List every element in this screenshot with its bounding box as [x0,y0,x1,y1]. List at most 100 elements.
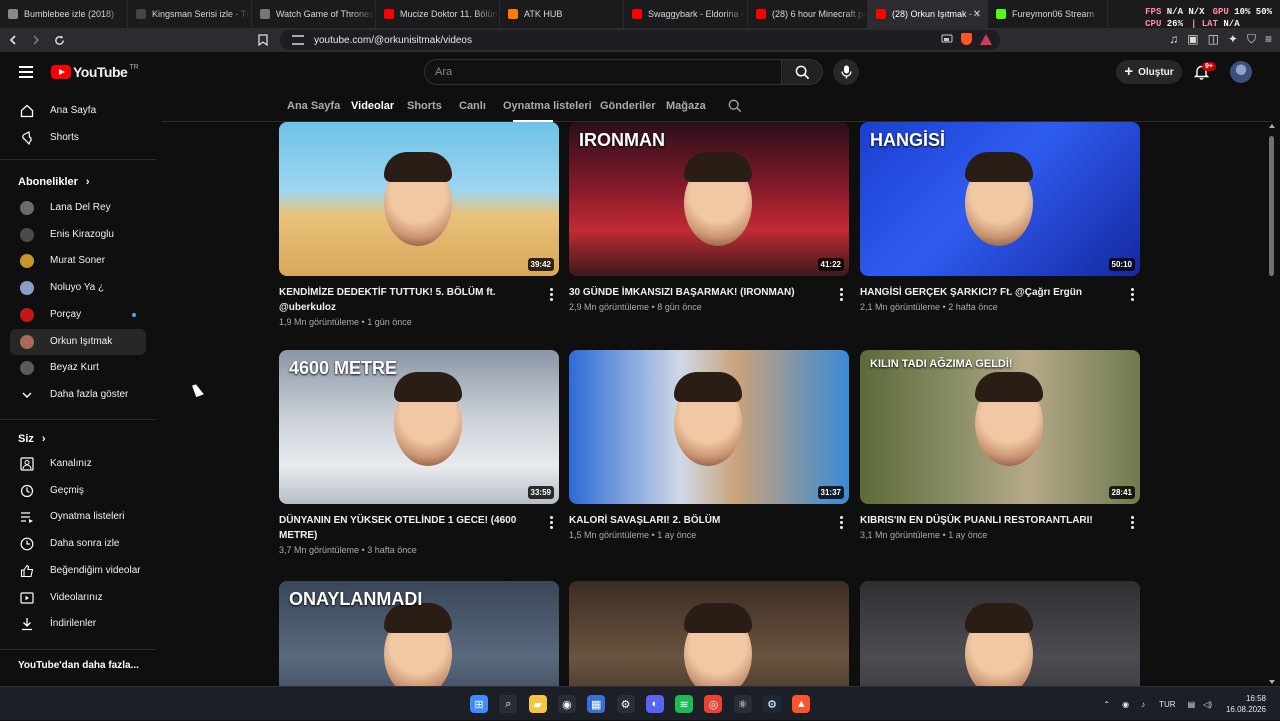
video-thumbnail[interactable]: 31:37 [569,350,849,504]
sidebar-item[interactable]: Murat Soner [10,248,146,274]
menu-icon[interactable] [19,66,33,78]
video-thumbnail[interactable] [569,581,849,686]
video-card[interactable]: KILIN TADI AĞZIMA GELDİ! 28:41 KIBRIS'IN E… [860,350,1140,540]
browser-tab[interactable]: ATK HUB [500,0,624,28]
youtube-logo[interactable]: YouTube TR [51,64,139,80]
sidebar-item[interactable]: Shorts [10,125,146,151]
back-button[interactable] [3,30,23,50]
browser-tab[interactable]: Mucize Doktor 11. Bölüm [376,0,500,28]
video-card[interactable] [860,581,1140,686]
brave-icon[interactable]: ▲ [792,695,811,713]
sidebar-item[interactable]: Lana Del Rey [10,195,146,221]
video-thumbnail[interactable]: 39:42 [279,122,559,276]
network-tray-icon[interactable]: ◉ [1122,700,1129,709]
scrollbar[interactable] [1268,122,1276,686]
video-title[interactable]: DÜNYANIN EN YÜKSEK OTELİNDE 1 GECE! (460… [279,513,534,543]
sidebar-item[interactable]: Daha sonra izle [10,531,146,557]
ai-icon[interactable]: ✦ [1228,32,1238,47]
video-card[interactable]: IRONMAN 41:22 30 GÜNDE İMKANSIZI BAŞARMAK!… [569,122,849,312]
bookmark-button[interactable] [258,33,268,51]
sidebar-item[interactable]: Videolarınız [10,585,146,611]
video-title[interactable]: KIBRIS'IN EN DÜŞÜK PUANLI RESTORANTLARI! [860,513,1115,528]
video-thumbnail[interactable]: HANGİSİ 50:10 [860,122,1140,276]
channel-tab[interactable]: Oynatma listeleri [503,100,592,112]
channel-tab[interactable]: Canlı [459,100,486,112]
video-card[interactable]: ONAYLANMADI [279,581,559,686]
sidebar-item[interactable]: Ana Sayfa [10,98,146,124]
tray-chevron-icon[interactable]: ⌃ [1103,700,1110,709]
folder-icon[interactable]: ▰ [528,695,547,713]
media-icon[interactable]: ♫ [1169,32,1178,47]
volume-icon[interactable]: ◁) [1203,700,1212,709]
reload-button[interactable] [49,30,69,50]
video-title[interactable]: 30 GÜNDE İMKANSIZI BAŞARMAK! (IRONMAN) [569,285,824,300]
voice-search-button[interactable] [833,59,859,85]
close-tab-icon[interactable]: ✕ [973,9,981,20]
more-options-icon[interactable] [1131,516,1135,529]
channel-search-icon[interactable] [728,99,742,113]
sidebar-item[interactable]: Noluyo Ya ¿ [10,275,146,301]
sidebar-item[interactable]: Geçmiş [10,478,146,504]
menu-icon[interactable]: ≡ [1265,32,1272,47]
chrome-icon[interactable]: ◎ [704,695,723,713]
settings-icon[interactable]: ⚙ [616,695,635,713]
steam-client-icon[interactable]: ⚛ [733,695,752,713]
channel-tab[interactable]: Gönderiler [600,100,656,112]
sidebar-icon[interactable]: ▣ [1187,32,1198,47]
clock[interactable]: 16:58 16.08.2026 [1226,693,1280,715]
browser-tab[interactable]: Fureymon06 Stream [988,0,1108,28]
video-title[interactable]: HANGİSİ GERÇEK ŞARKICI? Ft. @Çağrı Ergün [860,285,1115,300]
language-indicator[interactable]: TUR [1159,700,1175,709]
more-options-icon[interactable] [550,288,554,301]
browser-tab[interactable]: Swaggybark - Eldorina - Jr [624,0,748,28]
video-card[interactable]: 39:42 KENDİMİZE DEDEKTİF TUTTUK! 5. BÖLÜM… [279,122,559,327]
media-icon[interactable]: ◉ [557,695,576,713]
sidebar-item[interactable]: Beyaz Kurt [10,355,146,381]
vpn-icon[interactable]: ⛉ [1247,32,1256,47]
browser-tab[interactable]: Watch Game of Thrones F [252,0,376,28]
discord-icon[interactable]: ◐ [645,695,664,713]
store-icon[interactable]: ▦ [587,695,606,713]
brave-shield-icon[interactable] [961,33,972,45]
forward-button[interactable] [26,30,46,50]
steam-icon[interactable]: ⚙ [763,695,781,713]
search-icon[interactable]: ⌕ [499,695,518,713]
sidebar-item[interactable]: Enis Kirazoglu [10,222,146,248]
video-card[interactable] [569,581,849,686]
video-card[interactable]: HANGİSİ 50:10 HANGİSİ GERÇEK ŞARKICI? Ft. … [860,122,1140,312]
scrollbar-thumb[interactable] [1269,136,1274,276]
you-heading[interactable]: Siz › [18,433,46,445]
create-button[interactable]: + Oluştur [1116,60,1182,84]
video-thumbnail[interactable]: IRONMAN 41:22 [569,122,849,276]
browser-tab[interactable]: Kingsman Serisi izle - Tüm [128,0,252,28]
video-title[interactable]: KENDİMİZE DEDEKTİF TUTTUK! 5. BÖLÜM ft. … [279,285,534,315]
browser-tab[interactable]: Bumblebee izle (2018) [0,0,128,28]
video-thumbnail[interactable]: KILIN TADI AĞZIMA GELDİ! 28:41 [860,350,1140,504]
scroll-down-arrow[interactable] [1269,680,1275,684]
mic-tray-icon[interactable]: ♪ [1141,700,1145,709]
sidebar-item[interactable]: Orkun Işıtmak [10,328,146,355]
brave-rewards-icon[interactable] [980,33,992,45]
more-options-icon[interactable] [550,516,554,529]
channel-tab[interactable]: Videolar [351,100,394,112]
sidebar-item[interactable]: İndirilenler [10,611,146,637]
windows-icon[interactable]: ⊞ [470,695,488,713]
spotify-icon[interactable]: ≋ [675,695,694,713]
sidebar-item[interactable]: Oynatma listeleri [10,504,146,530]
subscriptions-heading[interactable]: Abonelikler › [18,176,90,188]
account-avatar[interactable] [1230,61,1252,83]
wallet-icon[interactable]: ◫ [1208,32,1219,47]
more-options-icon[interactable] [840,516,844,529]
channel-tab[interactable]: Ana Sayfa [287,100,340,112]
browser-tab[interactable]: (28) Orkun Işıtmak - Y ✕ [868,0,988,28]
channel-tab[interactable]: Shorts [407,100,442,112]
search-input[interactable]: Ara [424,59,782,85]
cast-icon[interactable] [941,34,953,44]
video-thumbnail[interactable]: 4600 METRE 33:59 [279,350,559,504]
more-options-icon[interactable] [1131,288,1135,301]
video-thumbnail[interactable] [860,581,1140,686]
video-card[interactable]: 4600 METRE 33:59 DÜNYANIN EN YÜKSEK OTELİN… [279,350,559,555]
more-options-icon[interactable] [840,288,844,301]
sidebar-item[interactable]: Porçay [10,302,146,328]
video-thumbnail[interactable]: ONAYLANMADI [279,581,559,686]
